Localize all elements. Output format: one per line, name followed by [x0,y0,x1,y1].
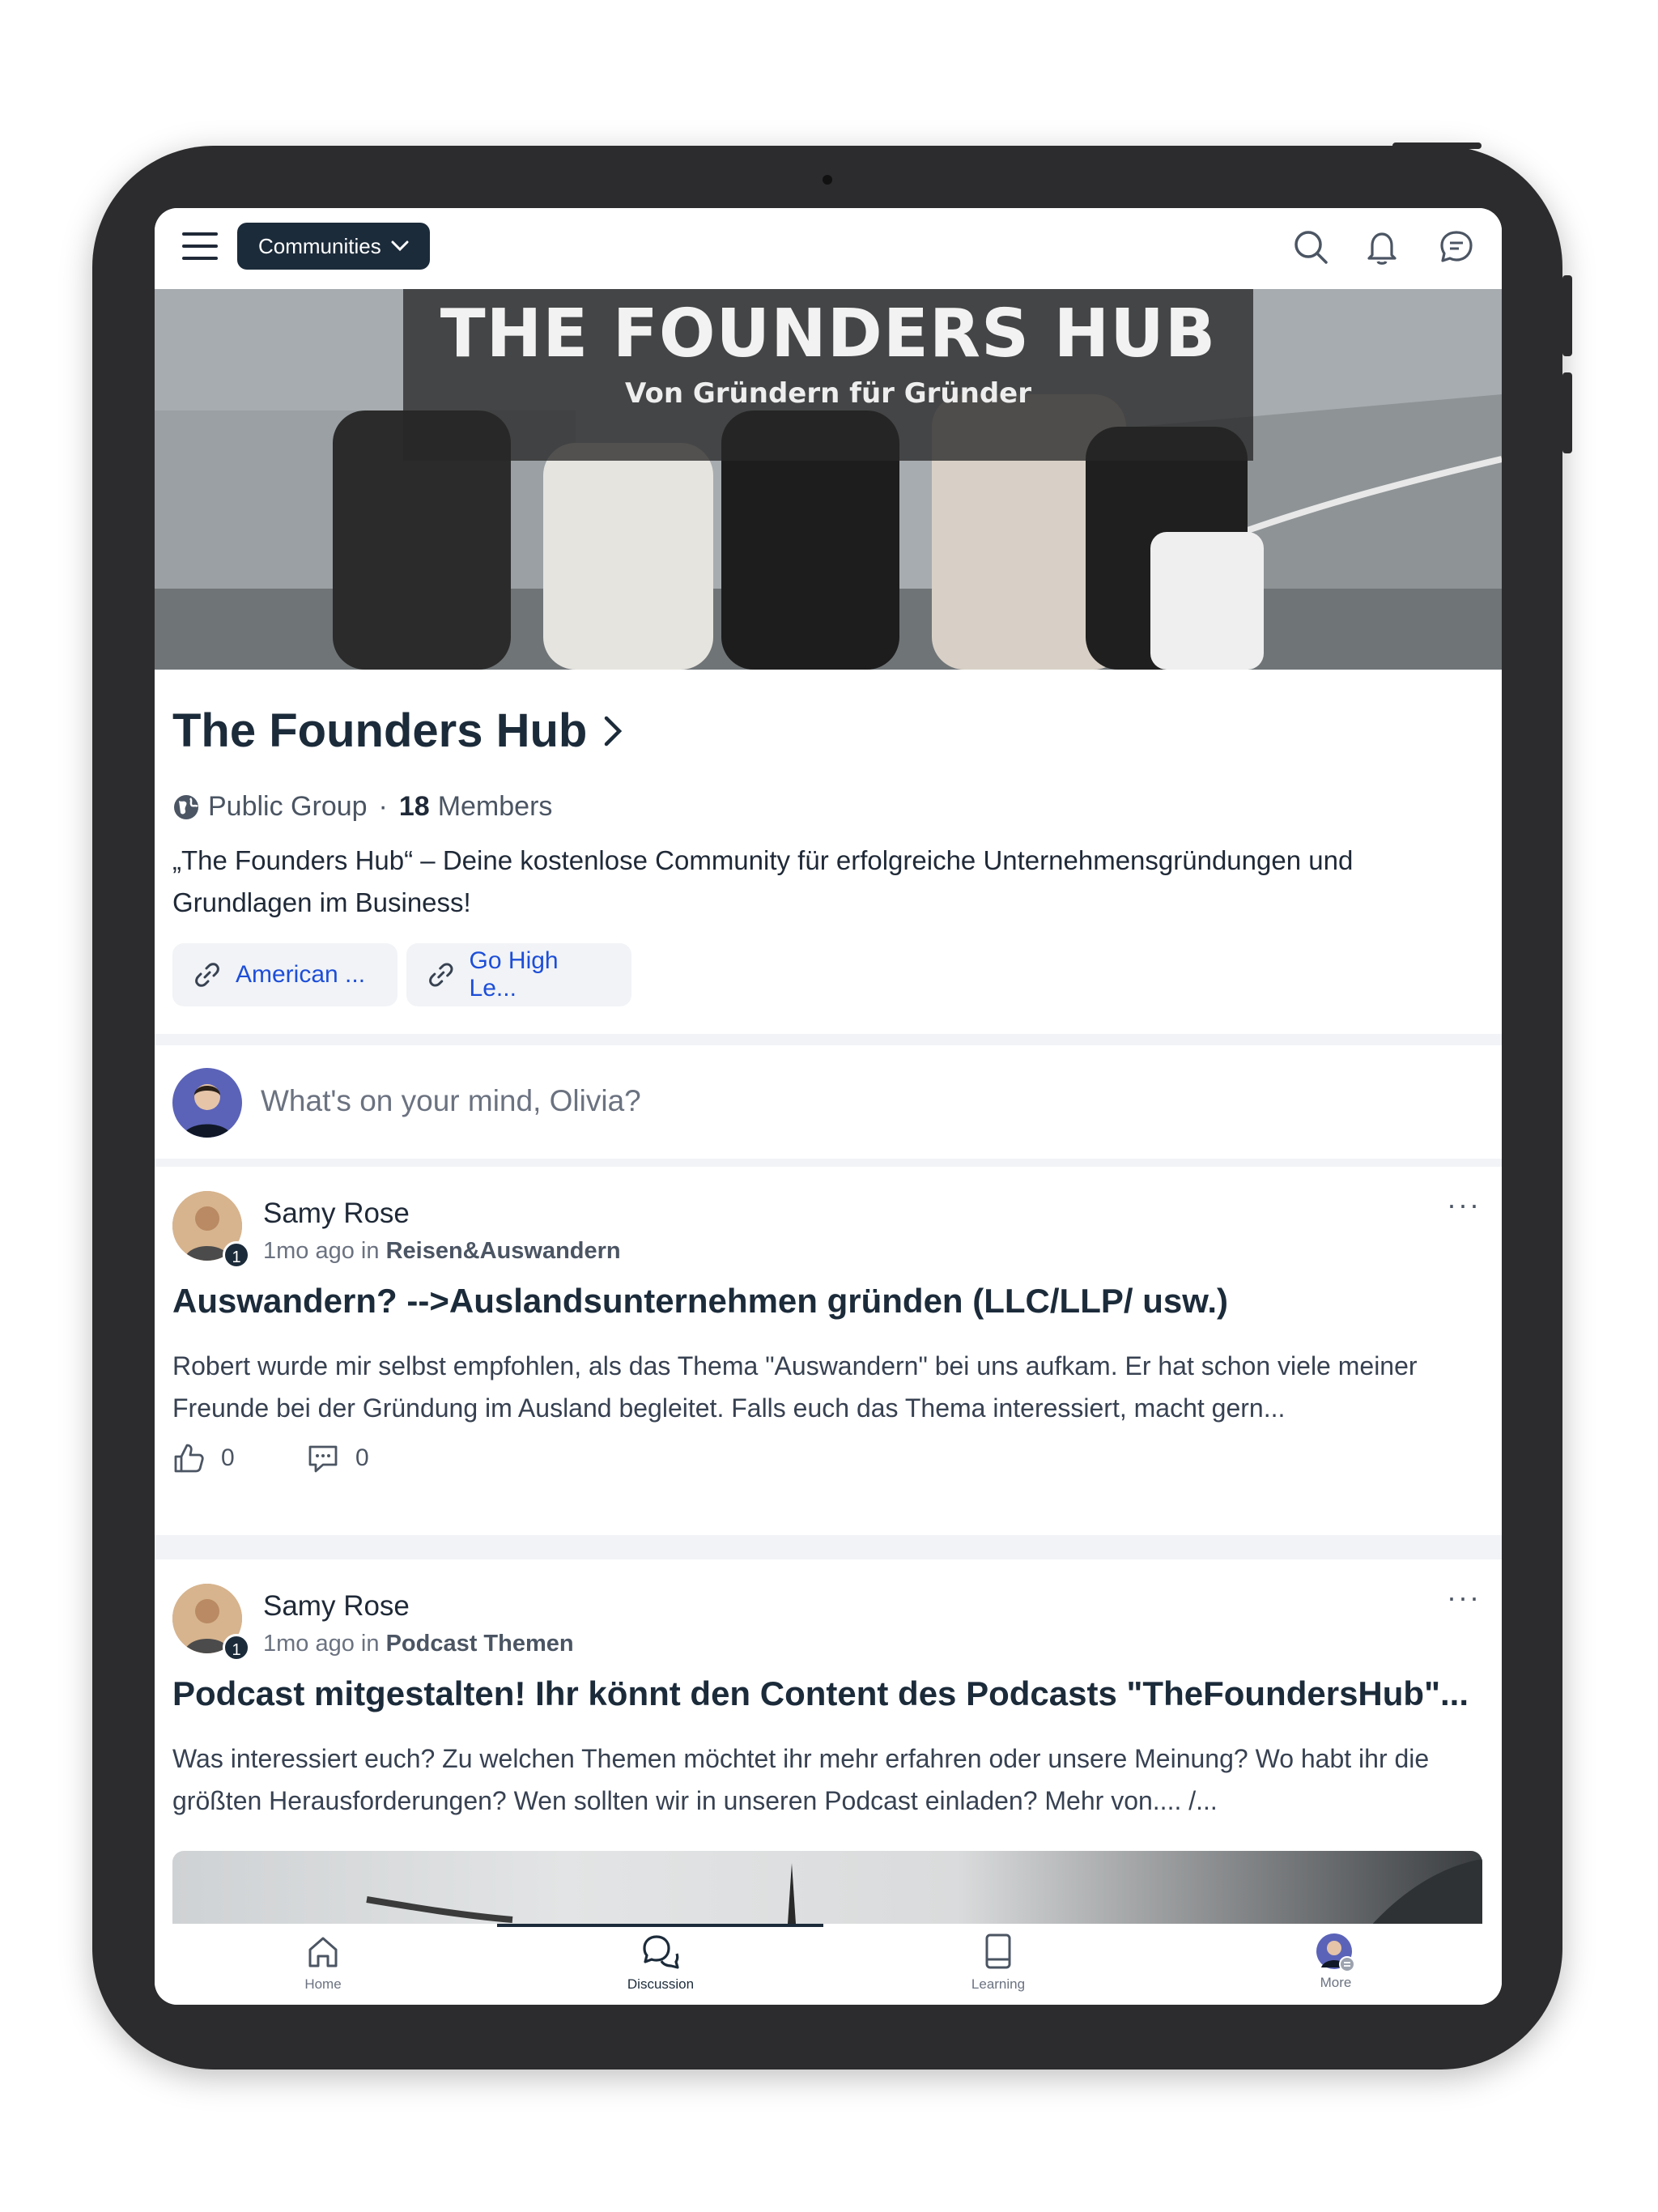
post-time: 1mo ago [263,1238,355,1264]
post-body: Robert wurde mir selbst empfohlen, als d… [172,1351,1418,1423]
like-count: 0 [221,1444,235,1471]
nav-discussion[interactable]: Discussion [580,1932,742,1993]
nav-more[interactable]: More [1255,1932,1417,1991]
nav-label: Home [304,1976,342,1992]
chevron-down-icon [391,240,409,252]
nav-learning[interactable]: Learning [917,1932,1079,1993]
nav-label: Discussion [627,1976,695,1992]
post-time: 1mo ago [263,1631,355,1657]
like-button[interactable]: 0 [172,1442,235,1474]
banner-title-overlay: THE FOUNDERS HUB Von Gründern für Gründe… [403,289,1253,461]
group-name: The Founders Hub [172,704,588,757]
group-meta: Public Group · 18 Members [172,791,552,823]
globe-icon [174,794,198,819]
home-icon [308,1937,338,1967]
meta-separator: · [378,791,388,822]
nav-label: Learning [971,1976,1026,1992]
group-title-link[interactable]: The Founders Hub [172,704,623,758]
menu-icon[interactable] [182,232,218,260]
communities-label: Communities [258,233,381,258]
chevron-right-icon [605,716,623,746]
post-in-label: in [360,1631,380,1657]
communities-dropdown[interactable]: Communities [237,223,430,270]
power-button [1392,143,1482,149]
section-divider [155,1535,1502,1559]
thumbs-up-icon [174,1444,204,1473]
post-category[interactable]: Reisen&Auswandern [386,1238,621,1264]
section-divider [155,1159,1502,1167]
link-icon [195,963,219,987]
search-icon[interactable] [1291,228,1330,266]
active-tab-indicator [497,1924,823,1927]
post-more-button[interactable]: ··· [1447,1580,1481,1614]
bell-icon[interactable] [1363,228,1401,266]
book-icon [985,1933,1011,1969]
link-label: American ... [236,961,366,988]
banner-subtitle: Von Gründern für Gründer [625,377,1031,410]
volume-down-button [1562,372,1572,453]
composer-input[interactable]: What's on your mind, Olivia? [261,1084,641,1118]
banner-title: THE FOUNDERS HUB [440,296,1217,372]
volume-up-button [1562,275,1572,356]
group-cover-image: THE FOUNDERS HUB Von Gründern für Gründe… [155,289,1502,670]
post-author[interactable]: Samy Rose [263,1590,410,1623]
nav-home[interactable]: Home [242,1932,404,1993]
comment-count: 0 [355,1444,369,1471]
comment-icon [308,1445,338,1473]
post-title[interactable]: Auswandern? -->Auslandsunternehmen gründ… [172,1282,1228,1321]
group-link-american[interactable]: American ... [172,943,397,1006]
post-category[interactable]: Podcast Themen [386,1631,574,1657]
group-link-gohighlevel[interactable]: Go High Le... [406,943,631,1006]
author-level-badge: 1 [223,1634,250,1661]
chat-icon[interactable] [1437,228,1476,266]
member-count: 18 [398,791,430,822]
post-meta: 1mo ago in Podcast Themen [263,1631,574,1657]
section-divider [155,1034,1502,1045]
post-in-label: in [360,1238,380,1264]
front-camera [823,175,832,185]
post-author[interactable]: Samy Rose [263,1197,410,1230]
group-visibility: Public Group [208,791,368,822]
group-description: „The Founders Hub“ – Deine kostenlose Co… [172,845,1354,917]
post-meta: 1mo ago in Reisen&Auswandern [263,1238,621,1265]
top-bar: Communities [155,208,1502,289]
link-icon [429,963,453,987]
app-screen: Communities THE FOUNDERS HUB Von Gründer… [155,208,1502,2005]
author-level-badge: 1 [223,1241,250,1269]
link-label: Go High Le... [469,947,559,1002]
user-avatar [172,1068,242,1138]
discussion-icon [643,1935,679,1969]
post-composer[interactable]: What's on your mind, Olivia? [155,1045,1502,1159]
post-more-button[interactable]: ··· [1447,1188,1481,1222]
bottom-navigation: Home Discussion Learning More [155,1924,1502,2005]
post-title[interactable]: Podcast mitgestalten! Ihr könnt den Cont… [172,1674,1469,1713]
members-label: Members [437,791,553,822]
comment-button[interactable]: 0 [307,1442,369,1474]
nav-label: More [1320,1975,1352,1990]
post-body: Was interessiert euch? Zu welchen Themen… [172,1744,1430,1815]
avatar [1316,1933,1355,1972]
